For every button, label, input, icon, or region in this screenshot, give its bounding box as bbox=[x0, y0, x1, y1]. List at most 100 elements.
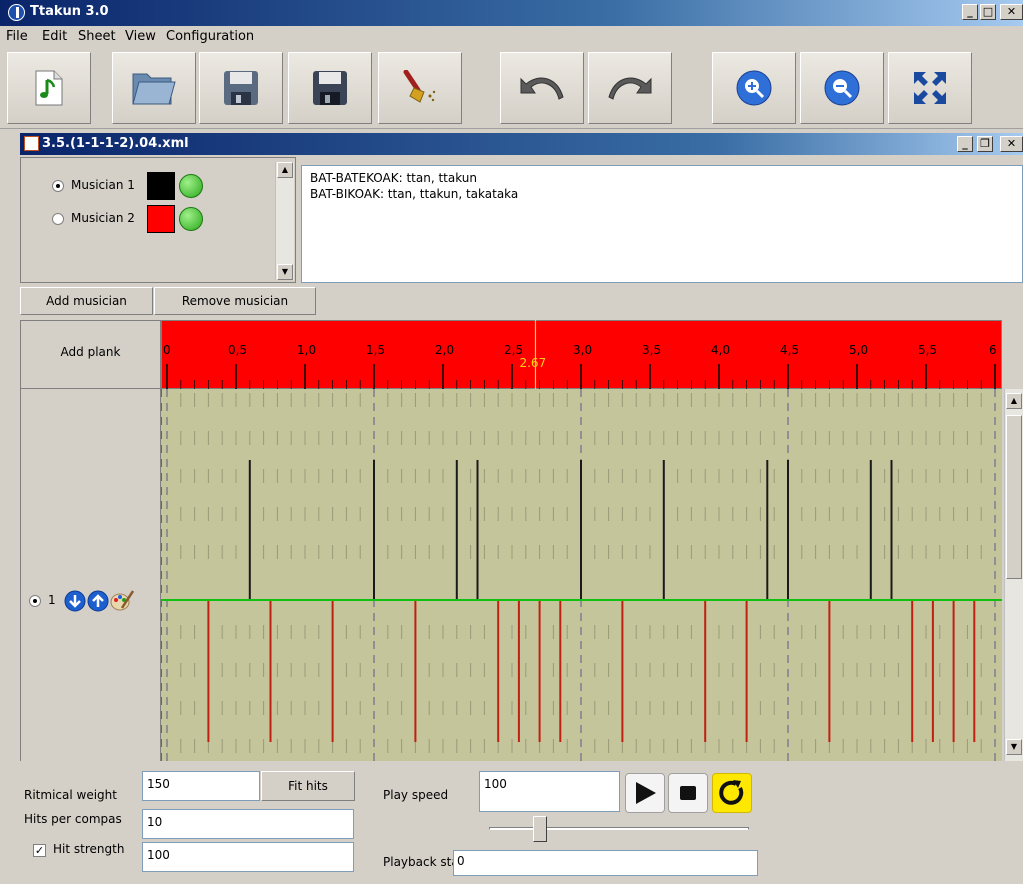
hits-canvas bbox=[161, 389, 1002, 761]
menu-view[interactable]: View bbox=[125, 29, 156, 44]
notes-textarea[interactable]: BAT-BATEKOAK: ttan, ttakun BAT-BIKOAK: t… bbox=[301, 165, 1023, 283]
ruler-svg: 0 0,5 1,0 1,5 2,0 2,5 3,0 3,5 4,0 4,5 5,0 5,5 6 2.67 bbox=[163, 320, 997, 389]
remove-musician-button[interactable]: Remove musician bbox=[154, 287, 316, 315]
ruler-tick-label: 5,0 bbox=[849, 343, 868, 357]
musician-2-sound-icon[interactable] bbox=[179, 207, 203, 231]
loop-button[interactable] bbox=[712, 773, 752, 813]
musicians-list: Musician 1 Musician 2 ▲ ▼ bbox=[20, 157, 296, 283]
zoom-out-icon bbox=[824, 70, 860, 106]
play-speed-input[interactable]: 100 bbox=[479, 771, 620, 812]
play-speed-slider-track[interactable] bbox=[489, 827, 749, 830]
minimize-button[interactable]: _ bbox=[962, 4, 978, 20]
save-as-icon bbox=[313, 71, 347, 105]
musician-1-radio[interactable] bbox=[52, 180, 64, 192]
move-up-icon[interactable] bbox=[87, 590, 109, 612]
clear-button[interactable] bbox=[378, 52, 462, 124]
scroll-up-arrow[interactable]: ▲ bbox=[277, 162, 293, 178]
ruler-tick-label: 2,0 bbox=[435, 343, 454, 357]
menu-bar: File Edit Sheet View Configuration bbox=[0, 26, 1023, 48]
add-musician-button[interactable]: Add musician bbox=[20, 287, 153, 315]
plank-1-radio[interactable] bbox=[29, 595, 41, 607]
scroll-down-arrow[interactable]: ▼ bbox=[277, 264, 293, 280]
hits-per-compas-input[interactable]: 10 bbox=[142, 809, 354, 839]
menu-file[interactable]: File bbox=[6, 29, 28, 44]
app-title-bar: Ttakun 3.0 _ □ ✕ bbox=[0, 0, 1023, 26]
toolbar bbox=[0, 48, 1023, 129]
hits-per-compas-label: Hits per compas bbox=[24, 812, 122, 826]
plank-controls: 1 bbox=[20, 389, 161, 761]
zoom-in-icon bbox=[736, 70, 772, 106]
play-speed-slider-thumb[interactable] bbox=[533, 816, 547, 842]
notes-line-2: BAT-BIKOAK: ttan, ttakun, takataka bbox=[310, 187, 519, 201]
ruler-tick-label: 5,5 bbox=[918, 343, 937, 357]
plank-number: 1 bbox=[48, 593, 56, 607]
menu-edit[interactable]: Edit bbox=[42, 29, 67, 44]
zoom-in-button[interactable] bbox=[712, 52, 796, 124]
rhythmic-weight-input[interactable]: 150 bbox=[142, 771, 260, 801]
redo-icon bbox=[608, 77, 652, 100]
palette-brush-icon[interactable] bbox=[110, 588, 134, 612]
fit-view-button[interactable] bbox=[888, 52, 972, 124]
loop-icon bbox=[719, 780, 744, 805]
maximize-button[interactable]: □ bbox=[980, 4, 996, 20]
musician-2-color[interactable] bbox=[147, 205, 175, 233]
musician-2-radio[interactable] bbox=[52, 213, 64, 225]
hit-strength-input[interactable]: 100 bbox=[142, 842, 354, 872]
ruler-tick-label: 0 bbox=[163, 343, 171, 357]
add-plank-area: Add plank bbox=[20, 320, 161, 389]
document-title-bar: 3.5.(1-1-1-2).04.xml _ ❐ ✕ bbox=[20, 133, 1023, 155]
ruler-tick-label: 6 bbox=[989, 343, 997, 357]
musician-1-sound-icon[interactable] bbox=[179, 174, 203, 198]
ruler-tick-label: 4,5 bbox=[780, 343, 799, 357]
app-title: Ttakun 3.0 bbox=[30, 4, 109, 19]
hit-strength-checkbox[interactable]: ✓ bbox=[33, 844, 46, 857]
hit-strength-label: Hit strength bbox=[53, 842, 125, 856]
fit-hits-button[interactable]: Fit hits bbox=[261, 771, 355, 801]
doc-close-button[interactable]: ✕ bbox=[1000, 136, 1023, 152]
ruler-tick-label: 1,5 bbox=[366, 343, 385, 357]
stop-icon bbox=[680, 786, 696, 800]
playback-start-input[interactable]: 0 bbox=[453, 850, 758, 876]
ruler-tick-label: 3,5 bbox=[642, 343, 661, 357]
play-button[interactable] bbox=[625, 773, 665, 813]
close-button[interactable]: ✕ bbox=[1000, 4, 1023, 20]
document-title: 3.5.(1-1-1-2).04.xml bbox=[42, 136, 189, 151]
musicians-scrollbar[interactable]: ▲ ▼ bbox=[275, 162, 294, 280]
sheet-scroll-up[interactable]: ▲ bbox=[1006, 393, 1022, 409]
play-icon bbox=[636, 782, 656, 804]
sheet-scrollbar[interactable]: ▲ ▼ bbox=[1004, 389, 1023, 761]
ruler-tick-label: 2,5 bbox=[504, 343, 523, 357]
doc-minimize-button[interactable]: _ bbox=[957, 136, 973, 152]
time-ruler[interactable]: 0 0,5 1,0 1,5 2,0 2,5 3,0 3,5 4,0 4,5 5,0 5,5 6 2.67 bbox=[161, 320, 1002, 389]
ruler-tick-label: 1,0 bbox=[297, 343, 316, 357]
doc-restore-button[interactable]: ❐ bbox=[977, 136, 993, 152]
save-icon bbox=[224, 71, 258, 105]
app-logo-icon bbox=[8, 4, 25, 21]
redo-button[interactable] bbox=[588, 52, 672, 124]
zoom-out-button[interactable] bbox=[800, 52, 884, 124]
open-button[interactable] bbox=[112, 52, 196, 124]
java-document-icon bbox=[24, 136, 39, 151]
notes-line-1: BAT-BATEKOAK: ttan, ttakun bbox=[310, 171, 477, 185]
save-button[interactable] bbox=[199, 52, 283, 124]
save-as-button[interactable] bbox=[288, 52, 372, 124]
play-speed-label: Play speed bbox=[383, 788, 449, 802]
undo-button[interactable] bbox=[500, 52, 584, 124]
undo-icon bbox=[520, 77, 564, 100]
ruler-tick-label: 4,0 bbox=[711, 343, 730, 357]
open-folder-icon bbox=[132, 73, 176, 105]
move-down-icon[interactable] bbox=[64, 590, 86, 612]
plank-grid[interactable] bbox=[161, 389, 1002, 761]
stop-button[interactable] bbox=[668, 773, 708, 813]
musician-2-label: Musician 2 bbox=[71, 211, 135, 225]
clear-brush-icon bbox=[403, 70, 436, 103]
ruler-tick-label: 3,0 bbox=[573, 343, 592, 357]
add-plank-button[interactable]: Add plank bbox=[27, 339, 154, 367]
menu-sheet[interactable]: Sheet bbox=[78, 29, 116, 44]
sheet-scroll-down[interactable]: ▼ bbox=[1006, 739, 1022, 755]
musician-1-color[interactable] bbox=[147, 172, 175, 200]
sheet-scroll-thumb[interactable] bbox=[1006, 415, 1022, 579]
new-button[interactable] bbox=[7, 52, 91, 124]
musician-1-label: Musician 1 bbox=[71, 178, 135, 192]
menu-configuration[interactable]: Configuration bbox=[166, 29, 254, 44]
